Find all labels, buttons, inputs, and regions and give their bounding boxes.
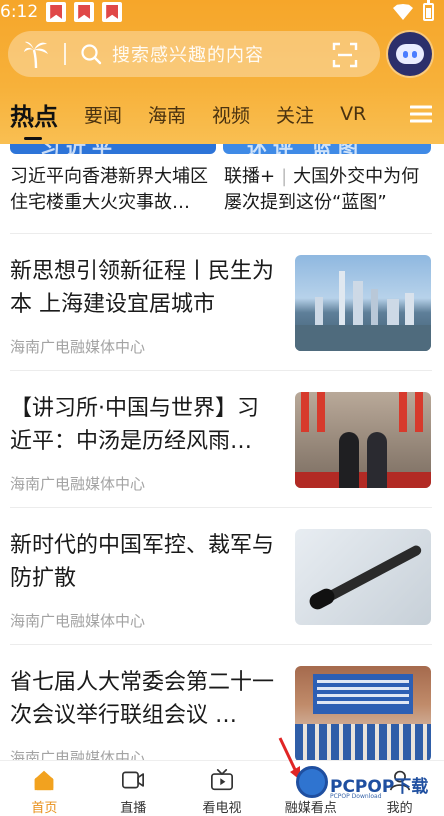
home-icon bbox=[35, 770, 54, 791]
search-divider bbox=[64, 43, 66, 65]
top-card-title[interactable]: 联播+ | 大国外交中为何屡次提到这份“蓝图” bbox=[224, 164, 436, 216]
search-icon bbox=[81, 44, 102, 65]
news-source: 海南广电融媒体中心 bbox=[10, 338, 146, 356]
divider bbox=[10, 370, 432, 371]
nav-label: 直播 bbox=[120, 801, 147, 816]
top-card-thumb-text: 习近平 bbox=[40, 144, 118, 154]
news-source: 海南广电融媒体中心 bbox=[10, 612, 146, 630]
tab-follow[interactable]: 关注 bbox=[276, 101, 314, 128]
battery-icon bbox=[423, 0, 434, 21]
news-title: 省七届人大常委会第二十一次会议举行联组会议 … bbox=[10, 670, 275, 728]
top-card-title[interactable]: 习近平向香港新界大埔区住宅楼重大火灾事故… bbox=[10, 164, 216, 216]
news-thumbnail bbox=[295, 529, 431, 625]
search-bar[interactable]: 搜索感兴趣的内容 bbox=[8, 31, 380, 77]
scan-icon[interactable] bbox=[332, 42, 358, 68]
tab-video[interactable]: 视频 bbox=[212, 101, 250, 128]
tab-hainan[interactable]: 海南 bbox=[148, 101, 186, 128]
nav-profile[interactable]: 我的 bbox=[355, 761, 444, 816]
news-source: 海南广电融媒体中心 bbox=[10, 475, 146, 493]
nav-live[interactable]: 直播 bbox=[89, 761, 178, 816]
channel-menu-icon[interactable] bbox=[410, 104, 432, 124]
tv-icon bbox=[210, 769, 233, 791]
notification-icon bbox=[74, 2, 95, 22]
search-row: 搜索感兴趣的内容 bbox=[8, 30, 436, 78]
nav-label: 看电视 bbox=[202, 801, 242, 816]
media-icon bbox=[300, 770, 321, 790]
divider bbox=[10, 644, 432, 645]
top-card-separator: | bbox=[281, 166, 288, 187]
top-card-thumbnail[interactable]: 习近平 bbox=[10, 144, 216, 154]
status-time: 6:12 bbox=[0, 2, 39, 22]
ai-assistant-avatar[interactable] bbox=[388, 32, 432, 76]
news-title: 新思想引领新征程丨民生为本 上海建设宜居城市 bbox=[10, 259, 275, 317]
user-icon bbox=[389, 770, 410, 791]
notification-icon bbox=[46, 2, 67, 22]
divider bbox=[10, 233, 432, 234]
news-thumbnail bbox=[295, 255, 431, 351]
tab-headlines[interactable]: 要闻 bbox=[84, 101, 122, 128]
nav-home[interactable]: 首页 bbox=[0, 761, 89, 816]
tab-hot[interactable]: 热点 bbox=[10, 97, 58, 140]
news-thumbnail bbox=[295, 666, 431, 762]
nav-label: 融媒看点 bbox=[284, 801, 337, 816]
top-card-prefix: 联播+ bbox=[224, 166, 276, 187]
top-card-thumb-text: 述评 蓝图 bbox=[247, 144, 364, 154]
nav-tv[interactable]: 看电视 bbox=[178, 761, 267, 816]
search-placeholder: 搜索感兴趣的内容 bbox=[112, 45, 264, 66]
status-bar: 6:12 bbox=[0, 0, 444, 24]
top-card-thumbnail[interactable]: 述评 蓝图 bbox=[223, 144, 431, 154]
nav-label: 我的 bbox=[386, 801, 413, 816]
channel-tabs: 热点 要闻 海南 视频 关注 VR bbox=[0, 92, 444, 140]
tab-vr[interactable]: VR bbox=[340, 103, 366, 125]
header: 6:12 搜索感兴趣的内容 热点 要闻 海南 视频 关注 VR bbox=[0, 0, 444, 144]
nav-media[interactable]: 融媒看点 bbox=[266, 761, 355, 816]
bottom-nav: 首页 直播 看电视 融媒看点 我的 bbox=[0, 760, 444, 816]
live-camera-icon bbox=[122, 771, 145, 789]
wifi-icon bbox=[393, 4, 413, 20]
top-cards: 习近平 述评 蓝图 习近平向香港新界大埔区住宅楼重大火灾事故… 联播+|大国外交… bbox=[0, 144, 444, 234]
news-title: 新时代的中国军控、裁军与防扩散 bbox=[10, 533, 275, 591]
news-title: 【讲习所·中国与世界】习近平：中汤是历经风雨… bbox=[10, 396, 259, 454]
news-thumbnail bbox=[295, 392, 431, 488]
notification-icon bbox=[102, 2, 123, 22]
app-logo-icon bbox=[16, 34, 56, 74]
nav-label: 首页 bbox=[31, 801, 58, 816]
divider bbox=[10, 507, 432, 508]
